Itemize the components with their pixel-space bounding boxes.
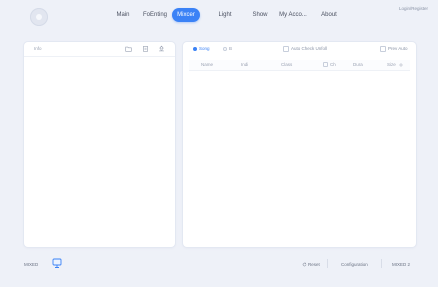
divider <box>381 259 382 268</box>
column-ch[interactable]: Ch <box>323 62 336 68</box>
column-ch-label: Ch <box>330 62 336 67</box>
right-panel: Song B Auto Check Unfoll Prev Auto Name … <box>183 42 416 247</box>
settings-icon[interactable] <box>399 63 403 67</box>
left-panel-header: Info <box>24 42 175 57</box>
divider <box>327 259 328 268</box>
footer-mixed-label: MIXED <box>24 262 39 267</box>
column-size[interactable]: Size <box>387 62 403 67</box>
nav-item-mixcer[interactable]: Mixcer <box>172 8 200 22</box>
radio-b-label: B <box>229 46 233 51</box>
column-dura[interactable]: Dura <box>353 62 363 67</box>
reset-label: Reset <box>308 262 320 267</box>
nav-item-my-account[interactable]: My Acco... <box>276 8 310 22</box>
configuration-button[interactable]: Configuration <box>341 262 368 267</box>
left-panel-title: Info <box>34 46 42 51</box>
top-nav: Main FoEnting Mixcer Light Show My Acco.… <box>0 6 438 24</box>
reset-button[interactable]: Reset <box>302 262 320 267</box>
column-name[interactable]: Name <box>201 62 213 67</box>
radio-dot <box>193 46 197 51</box>
auto-check-label: Auto Check Unfoll <box>291 46 328 52</box>
column-indi[interactable]: Indi <box>241 62 248 67</box>
prev-auto-label: Prev Auto <box>388 46 408 52</box>
checkbox-box <box>380 46 386 52</box>
refresh-icon <box>302 263 307 267</box>
left-panel: Info <box>24 42 175 247</box>
nav-item-about[interactable]: About <box>318 8 340 22</box>
upload-icon[interactable] <box>158 45 165 52</box>
radio-b[interactable]: B <box>223 46 232 52</box>
nav-item-light[interactable]: Light <box>214 8 236 22</box>
nav-item-show[interactable]: Show <box>250 8 270 22</box>
radio-dot <box>223 46 227 51</box>
copy-icon[interactable] <box>142 45 149 52</box>
checkbox-box <box>283 46 289 52</box>
mode-selector[interactable]: MIXED 2 <box>392 262 410 267</box>
login-register-link[interactable]: Login/Register <box>399 6 428 11</box>
auto-check-checkbox[interactable]: Auto Check Unfoll <box>283 46 327 52</box>
checkbox-icon <box>323 62 328 68</box>
radio-song-label: Song <box>199 46 210 51</box>
nav-item-foenting[interactable]: FoEnting <box>140 8 170 22</box>
monitor-icon[interactable] <box>52 258 62 269</box>
right-toolbar: Song B Auto Check Unfoll Prev Auto <box>183 42 416 56</box>
radio-song[interactable]: Song <box>193 46 210 52</box>
column-size-label: Size <box>387 62 396 67</box>
prev-auto-checkbox[interactable]: Prev Auto <box>380 46 408 52</box>
nav-item-main[interactable]: Main <box>112 8 134 22</box>
folder-icon[interactable] <box>125 45 132 52</box>
column-class[interactable]: Class <box>281 62 292 67</box>
table-header: Name Indi Class Ch Dura Size <box>189 60 410 71</box>
